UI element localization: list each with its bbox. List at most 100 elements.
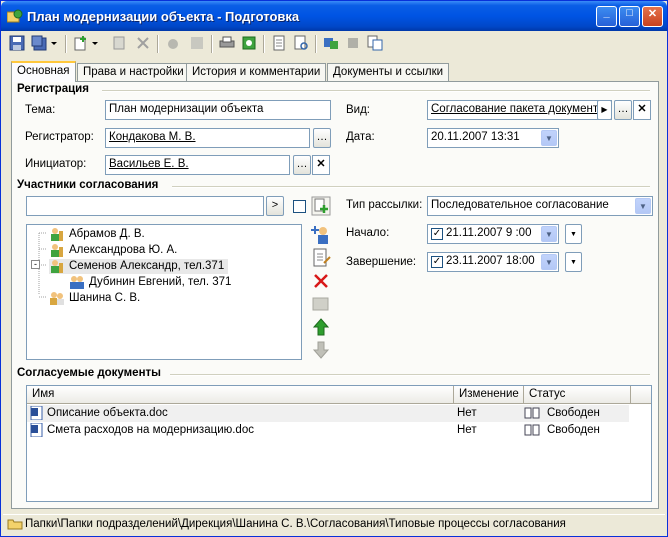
move-down-icon[interactable]: [310, 339, 332, 361]
initiator-browse-button[interactable]: …: [293, 155, 311, 175]
kind-more-button[interactable]: ▶: [597, 100, 612, 120]
tree-item[interactable]: Абрамов Д. В.: [49, 227, 145, 242]
user-icon: [51, 244, 63, 257]
start-enabled-checkbox[interactable]: ✓: [431, 228, 443, 240]
kind-label: Вид:: [346, 104, 370, 116]
document-icon[interactable]: [271, 35, 287, 51]
documents-section-title: Согласуемые документы: [17, 367, 161, 379]
word-document-icon: [30, 406, 43, 420]
main-panel: Регистрация Тема: План модернизации объе…: [11, 81, 659, 509]
title-bar[interactable]: План модернизации объекта - Подготовка _…: [1, 1, 667, 31]
tab-main[interactable]: Основная: [11, 61, 76, 82]
maximize-button[interactable]: □: [619, 6, 640, 27]
registrar-browse-button[interactable]: …: [313, 128, 331, 148]
word-document-icon: [30, 423, 43, 437]
column-header-name[interactable]: Имя: [27, 386, 454, 404]
kind-clear-button[interactable]: ✕: [633, 100, 651, 120]
book-icon: [524, 407, 540, 419]
status-bar: Папки\Папки подразделений\Дирекция\Шанин…: [3, 514, 665, 535]
approve-icon[interactable]: [189, 35, 205, 51]
refresh-icon[interactable]: [241, 35, 257, 51]
tree-item[interactable]: Александрова Ю. А.: [49, 243, 177, 258]
tree-item[interactable]: Дубинин Евгений, тел. 371: [69, 275, 231, 290]
ellipsis-icon: …: [296, 158, 308, 170]
toolbar-separator: [263, 35, 265, 53]
section-divider: [172, 186, 650, 188]
copy-link-icon[interactable]: [367, 35, 383, 51]
add-participant-icon[interactable]: [311, 196, 331, 216]
move-up-icon[interactable]: [310, 316, 332, 338]
mailing-type-select[interactable]: Последовательное согласование ▼: [427, 196, 653, 216]
add-user-icon[interactable]: [310, 224, 332, 246]
close-button[interactable]: ✕: [642, 6, 663, 27]
window-title: План модернизации объекта - Подготовка: [27, 9, 300, 24]
delete-participant-icon[interactable]: [310, 270, 332, 292]
tree-item-label: Семенов Александр, тел.371: [69, 260, 225, 273]
subject-input[interactable]: План модернизации объекта: [105, 100, 331, 120]
edit-participant-icon[interactable]: [310, 247, 332, 269]
close-icon: ✕: [637, 103, 647, 115]
registrar-field[interactable]: Кондакова М. В.: [105, 128, 310, 148]
tab-documents-links[interactable]: Документы и ссылки: [327, 63, 450, 81]
minimize-button[interactable]: _: [596, 6, 617, 27]
end-enabled-checkbox[interactable]: ✓: [431, 256, 443, 268]
table-row[interactable]: Описание объекта.doc Нет Свободен: [27, 405, 629, 422]
kind-browse-button[interactable]: …: [614, 100, 632, 120]
mailing-type-label: Тип рассылки:: [346, 199, 423, 211]
user-group-icon: [50, 292, 64, 305]
start-datetime-picker[interactable]: ✓ 21.11.2007 9 :00 ▼: [427, 224, 559, 244]
tree-item[interactable]: Шанина С. В.: [49, 291, 140, 306]
save-icon[interactable]: [9, 35, 25, 51]
tree-item-label: Шанина С. В.: [69, 292, 141, 305]
kind-field[interactable]: Согласование пакета документо: [427, 100, 612, 120]
document-name: Смета расходов на модернизацию.doc: [47, 424, 254, 436]
ellipsis-icon: …: [316, 131, 328, 143]
document-view-icon[interactable]: [293, 35, 309, 51]
participant-search-go-button[interactable]: >: [266, 196, 284, 216]
properties-icon[interactable]: [111, 35, 127, 51]
stop-icon[interactable]: [345, 35, 361, 51]
delete-icon[interactable]: [135, 35, 151, 51]
section-divider: [170, 374, 650, 376]
chevron-down-icon: ▼: [570, 231, 577, 238]
end-datetime-picker[interactable]: ✓ 23.11.2007 18:00 ▼: [427, 252, 559, 272]
new-dropdown-chevron-down-icon[interactable]: [91, 35, 99, 51]
table-row[interactable]: Смета расходов на модернизацию.doc Нет С…: [27, 422, 629, 439]
user-icon: [51, 260, 63, 273]
folder-icon: [7, 519, 23, 530]
book-icon: [524, 424, 540, 436]
initiator-field[interactable]: Васильев Е. В.: [105, 155, 290, 175]
start-label: Начало:: [346, 227, 390, 239]
chevron-down-icon[interactable]: ▼: [541, 130, 557, 146]
chevron-down-icon[interactable]: ▼: [541, 254, 557, 270]
date-label: Дата:: [346, 131, 375, 143]
mailing-type-value: Последовательное согласование: [431, 199, 609, 211]
column-header-change[interactable]: Изменение: [454, 386, 524, 404]
initiator-clear-button[interactable]: ✕: [312, 155, 330, 175]
chevron-down-icon[interactable]: ▼: [635, 198, 651, 214]
subject-label: Тема:: [25, 104, 56, 116]
replace-participant-icon[interactable]: [310, 293, 332, 315]
tree-item-label: Александрова Ю. А.: [69, 244, 178, 257]
collapse-toggle-icon[interactable]: -: [31, 260, 40, 269]
save-dropdown-chevron-down-icon[interactable]: [50, 35, 58, 51]
document-status: Свободен: [547, 407, 600, 419]
participant-checkbox[interactable]: [293, 200, 306, 213]
route-icon[interactable]: [323, 35, 339, 51]
start-options-button[interactable]: ▼: [565, 224, 582, 244]
participants-tree: - Абрамов Д. В. Александрова Ю. А. Семен…: [26, 224, 302, 360]
tab-history-comments[interactable]: История и комментарии: [186, 63, 327, 81]
hand-icon[interactable]: [165, 35, 181, 51]
end-options-button[interactable]: ▼: [565, 252, 582, 272]
participant-search-input[interactable]: [26, 196, 264, 216]
print-icon[interactable]: [219, 35, 235, 51]
new-document-icon[interactable]: [73, 35, 89, 51]
chevron-down-icon: ▼: [570, 259, 577, 266]
tab-rights-settings[interactable]: Права и настройки: [77, 63, 190, 81]
save-all-icon[interactable]: [31, 35, 47, 51]
date-picker[interactable]: 20.11.2007 13:31 ▼: [427, 128, 559, 148]
toolbar: [3, 32, 665, 56]
column-header-status[interactable]: Статус: [524, 386, 631, 404]
chevron-down-icon[interactable]: ▼: [541, 226, 557, 242]
tree-item-selected[interactable]: Семенов Александр, тел.371: [49, 259, 229, 274]
